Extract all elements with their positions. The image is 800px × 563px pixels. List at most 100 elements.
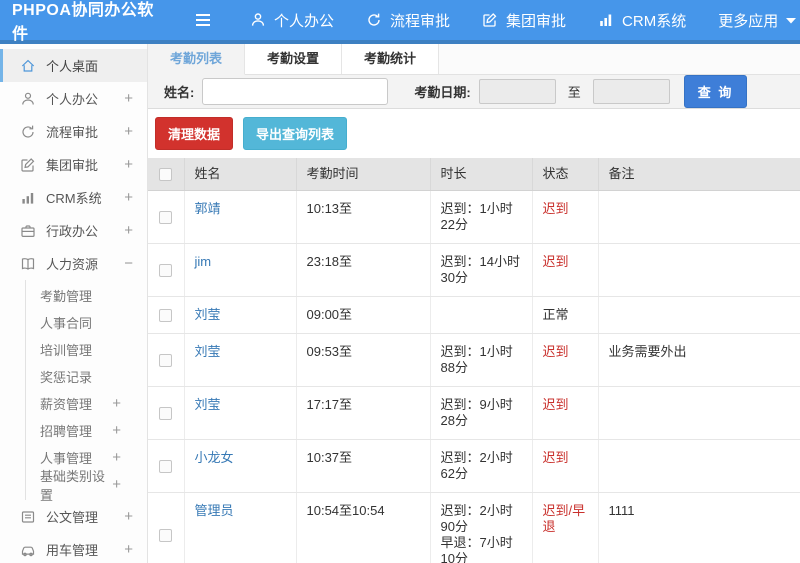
duration-text: 迟到：1小时88分	[430, 333, 533, 387]
row-checkbox[interactable]	[159, 211, 173, 225]
row-checkbox[interactable]	[159, 264, 173, 278]
date-to-input[interactable]	[592, 79, 670, 104]
sidebar-subitem-salary-mgmt[interactable]: 薪资管理 +	[26, 390, 147, 417]
sidebar-subitem-label: 人事管理	[40, 451, 93, 466]
note-text	[598, 190, 800, 244]
sidebar-item-admin-office[interactable]: 行政办公 +	[0, 214, 147, 247]
sidebar-subitem-attendance-mgmt[interactable]: 考勤管理	[26, 282, 147, 309]
sidebar-item-crm-system[interactable]: CRM系统 +	[0, 181, 147, 214]
sidebar-item-label: 集团审批	[46, 158, 99, 173]
sidebar-subitem-base-category-settings[interactable]: 基础类别设置 +	[26, 469, 147, 503]
table-row: 刘莹 17:17至 迟到：9小时28分 迟到	[148, 386, 800, 440]
tab-attendance-list[interactable]: 考勤列表	[148, 44, 246, 75]
name-label: 姓名:	[164, 85, 195, 100]
row-checkbox[interactable]	[159, 309, 173, 323]
employee-name-link[interactable]: 郭靖	[195, 201, 221, 216]
sidebar-item-human-resources[interactable]: 人力资源 −	[0, 247, 147, 280]
status-badge: 迟到/早退	[532, 492, 599, 563]
attendance-time: 10:13至	[296, 190, 431, 244]
row-checkbox[interactable]	[159, 407, 173, 421]
duration-text: 迟到：2小时90分 早退：7小时10分	[430, 492, 533, 563]
hamburger-menu-icon[interactable]	[196, 13, 214, 27]
sidebar-item-personal-office[interactable]: 个人办公 +	[0, 82, 147, 115]
attendance-time: 23:18至	[296, 243, 431, 297]
sidebar-subitem-reward-records[interactable]: 奖惩记录	[26, 363, 147, 390]
expand-icon[interactable]: +	[124, 123, 133, 140]
sidebar-item-document-mgmt[interactable]: 公文管理 +	[0, 500, 147, 533]
expand-icon[interactable]: +	[124, 541, 133, 558]
row-checkbox[interactable]	[159, 460, 173, 474]
col-header-note: 备注	[598, 158, 800, 191]
sidebar-item-workflow-approval[interactable]: 流程审批 +	[0, 115, 147, 148]
person-icon	[250, 12, 266, 28]
note-text	[598, 386, 800, 440]
expand-icon[interactable]: +	[124, 222, 133, 239]
sidebar-subitem-training-mgmt[interactable]: 培训管理	[26, 336, 147, 363]
sidebar-subitem-hr-contract[interactable]: 人事合同	[26, 309, 147, 336]
expand-icon[interactable]: +	[124, 90, 133, 107]
employee-name-link[interactable]: 小龙女	[195, 450, 234, 465]
employee-name-link[interactable]: 刘莹	[195, 397, 221, 412]
expand-icon[interactable]: +	[124, 508, 133, 525]
nav-more-apps[interactable]: 更多应用	[718, 10, 797, 31]
table-row: 郭靖 10:13至 迟到：1小时22分 迟到	[148, 190, 800, 244]
expand-icon[interactable]: +	[124, 189, 133, 206]
employee-name-link[interactable]: 管理员	[195, 503, 234, 518]
table-header-row: 姓名 考勤时间 时长 状态 备注	[148, 158, 800, 191]
expand-icon[interactable]: +	[112, 422, 121, 439]
collapse-icon[interactable]: −	[124, 255, 133, 272]
expand-icon[interactable]: +	[124, 156, 133, 173]
sidebar-submenu-hr: 考勤管理 人事合同 培训管理 奖惩记录 薪资管理 + 招聘管理 + 人事管理 +…	[25, 280, 147, 503]
attendance-time: 10:54至10:54	[296, 492, 431, 563]
status-badge: 正常	[532, 296, 599, 334]
nav-group-approval[interactable]: 集团审批	[482, 10, 566, 31]
nav-label: 流程审批	[390, 12, 451, 30]
nav-crm-system[interactable]: CRM系统	[598, 10, 686, 31]
status-badge: 迟到	[532, 386, 599, 440]
date-from-input[interactable]	[478, 79, 556, 104]
duration-text: 迟到：2小时62分	[430, 439, 533, 493]
open-book-icon	[20, 256, 36, 272]
sidebar-subitem-recruit-mgmt[interactable]: 招聘管理 +	[26, 417, 147, 444]
employee-name-link[interactable]: jim	[195, 254, 212, 269]
row-checkbox[interactable]	[159, 529, 173, 543]
duration-text: 迟到：1小时22分	[430, 190, 533, 244]
note-text	[598, 439, 800, 493]
cycle-arrow-icon	[20, 124, 36, 140]
bar-chart-icon	[598, 12, 614, 28]
clean-data-button[interactable]: 清理数据	[155, 117, 234, 150]
tab-attendance-settings[interactable]: 考勤设置	[245, 44, 343, 74]
sidebar-item-label: 个人办公	[46, 92, 99, 107]
table-row: 小龙女 10:37至 迟到：2小时62分 迟到	[148, 439, 800, 493]
note-text: 1111	[598, 492, 800, 563]
sidebar-subitem-label: 奖惩记录	[40, 370, 93, 385]
name-input[interactable]	[202, 78, 389, 105]
top-nav: 个人办公 流程审批 集团审批 CRM系统 更多应用	[250, 10, 797, 31]
bar-chart-icon	[20, 190, 36, 206]
search-button[interactable]: 查 询	[683, 75, 748, 108]
sidebar-item-personal-desktop[interactable]: 个人桌面	[0, 49, 147, 82]
expand-icon[interactable]: +	[112, 449, 121, 466]
table-row: 刘莹 09:00至 正常	[148, 296, 800, 334]
export-list-button[interactable]: 导出查询列表	[243, 117, 348, 150]
nav-personal-office[interactable]: 个人办公	[250, 10, 334, 31]
nav-label: CRM系统	[622, 12, 687, 30]
select-all-checkbox[interactable]	[159, 168, 173, 182]
select-all-cell	[148, 158, 185, 191]
tab-attendance-stats[interactable]: 考勤统计	[342, 44, 440, 74]
expand-icon[interactable]: +	[112, 476, 121, 493]
app-title: PHPOA协同办公软件	[12, 2, 154, 43]
duration-text	[430, 296, 533, 334]
main-content: 考勤列表 考勤设置 考勤统计 姓名: 考勤日期: 至 查 询 清理数据 导出查询…	[148, 44, 800, 563]
nav-workflow-approval[interactable]: 流程审批	[366, 10, 450, 31]
expand-icon[interactable]: +	[112, 395, 121, 412]
main-layout: 个人桌面 个人办公 + 流程审批 + 集团审批 + CRM系统 + 行政办公 +	[0, 44, 800, 563]
employee-name-link[interactable]: 刘莹	[195, 307, 221, 322]
car-icon	[20, 542, 36, 558]
status-badge: 迟到	[532, 439, 599, 493]
sidebar-subitem-label: 招聘管理	[40, 424, 93, 439]
sidebar-item-vehicle-mgmt[interactable]: 用车管理 +	[0, 533, 147, 563]
sidebar-item-group-approval[interactable]: 集团审批 +	[0, 148, 147, 181]
row-checkbox[interactable]	[159, 354, 173, 368]
employee-name-link[interactable]: 刘莹	[195, 344, 221, 359]
